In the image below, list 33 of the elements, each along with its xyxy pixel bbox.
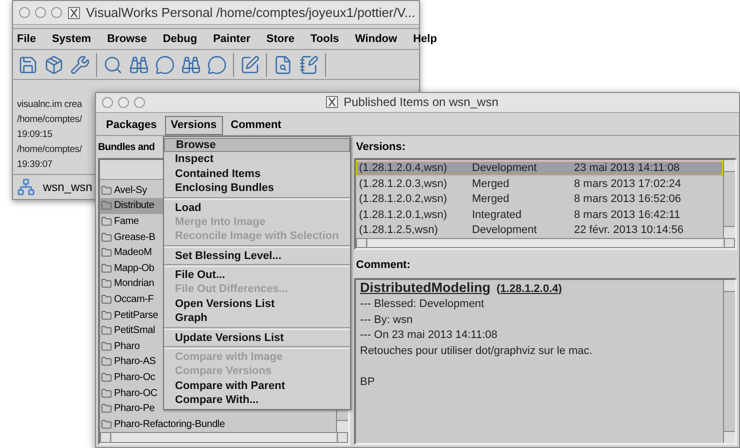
window-title: Published Items on wsn_wsn [344,94,498,112]
table-cell-text: Merged [472,192,510,207]
comment-signature: BP [360,374,376,390]
pane-label: Comment: [355,258,412,274]
table-cell-text: Merged [472,176,510,192]
comment-line: Retouches pour utiliser dot/graphviz sur le mac. [360,344,594,358]
table-cell-text: (1.28.1.2.0.3,wsn) [359,176,448,192]
window-title: VisualWorks Personal /home/comptes/joyeux1/pottier/V... [86,4,416,22]
table-cell-text: Development [472,223,538,238]
comment-title: DistributedModeling [360,280,490,295]
table-cell-text: 22 févr. 2013 10:14:56 [574,223,684,238]
log-line: 19:39:07 [17,158,52,172]
table-cell-text: Development [472,161,538,176]
table-cell-text: (1.28.1.2.0.1,wsn) [359,208,448,222]
table-cell-text: 8 mars 2013 17:02:24 [574,176,682,192]
pane-label: Bundles and [98,141,155,155]
comment-version: (1.28.1.2.0.4) [496,282,562,296]
table-cell-text: 8 mars 2013 16:42:11 [574,208,680,222]
table-cell-text: (1.28.1.2.0.2,wsn) [359,192,448,207]
table-cell-text: (1.28.1.2.5,wsn) [359,223,439,238]
table-cell-text: (1.28.1.2.0.4,wsn) [359,161,448,176]
comment-line: --- On 23 mai 2013 14:11:08 [360,328,498,343]
comment-line: --- Blessed: Development [360,297,486,312]
table-cell-text: Integrated [472,208,523,222]
status-text: wsn_wsn [43,179,92,196]
table-cell-text: 23 mai 2013 14:11:08 [574,161,680,176]
log-line: /home/comptes/ [17,113,82,127]
table-cell-text: 8 mars 2013 16:52:06 [574,192,682,207]
comment-line: --- By: wsn [360,312,414,328]
pane-label: Versions: [355,140,407,156]
log-line: /home/comptes/ [17,143,82,157]
log-line: visualnc.im crea [17,98,82,112]
log-line: 19:09:15 [17,128,52,142]
